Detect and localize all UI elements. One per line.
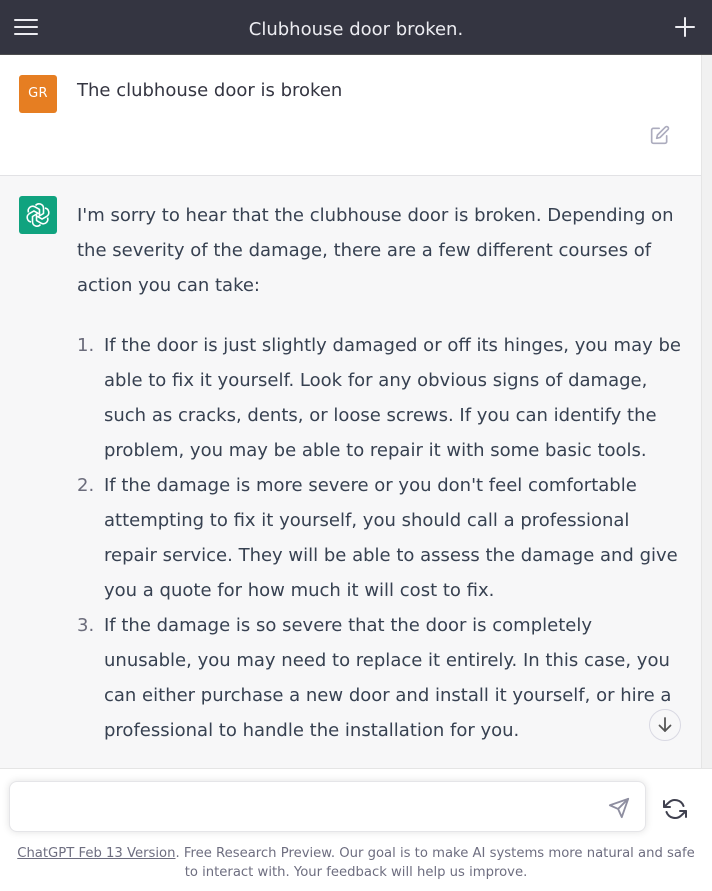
user-message: GR The clubhouse door is broken [0,55,701,176]
conversation-title: Clubhouse door broken. [248,19,464,40]
paper-plane-send-icon[interactable] [608,797,630,819]
edit-pencil-icon[interactable] [650,125,670,145]
list-item: 3. If the damage is so severe that the d… [77,608,682,748]
list-item-text: If the door is just slightly damaged or … [104,335,681,461]
user-avatar: GR [19,75,57,113]
assistant-list: 1. If the door is just slightly damaged … [77,328,682,748]
list-item-text: If the damage is so severe that the door… [104,615,672,741]
message-input[interactable] [22,794,602,820]
footer-text: . Free Research Preview. Our goal is to … [175,846,695,880]
scrollbar[interactable] [701,55,712,768]
composer-area: ChatGPT Feb 13 Version. Free Research Pr… [0,768,712,891]
assistant-message: I'm sorry to hear that the clubhouse doo… [0,176,701,768]
arrow-down-icon [658,717,672,732]
openai-logo-icon [19,196,57,234]
list-item-number: 3. [77,615,95,636]
refresh-arrows-icon[interactable] [663,797,687,821]
top-bar: Clubhouse door broken. [0,0,712,55]
list-item: 2. If the damage is more severe or you d… [77,468,682,608]
conversation-thread[interactable]: GR The clubhouse door is broken I'm sorr… [0,55,701,768]
assistant-intro: I'm sorry to hear that the clubhouse doo… [77,205,674,296]
user-message-text: The clubhouse door is broken [77,80,343,101]
footer-disclaimer: ChatGPT Feb 13 Version. Free Research Pr… [14,844,698,882]
assistant-message-content: I'm sorry to hear that the clubhouse doo… [77,198,682,748]
list-item-number: 2. [77,475,95,496]
hamburger-menu-icon[interactable] [11,14,41,40]
list-item: 1. If the door is just slightly damaged … [77,328,682,468]
plus-icon[interactable] [672,14,698,40]
scroll-to-bottom-button[interactable] [649,709,681,741]
message-input-box[interactable] [9,781,646,832]
list-item-number: 1. [77,335,95,356]
version-link[interactable]: ChatGPT Feb 13 Version [17,846,175,861]
list-item-text: If the damage is more severe or you don'… [104,475,678,601]
